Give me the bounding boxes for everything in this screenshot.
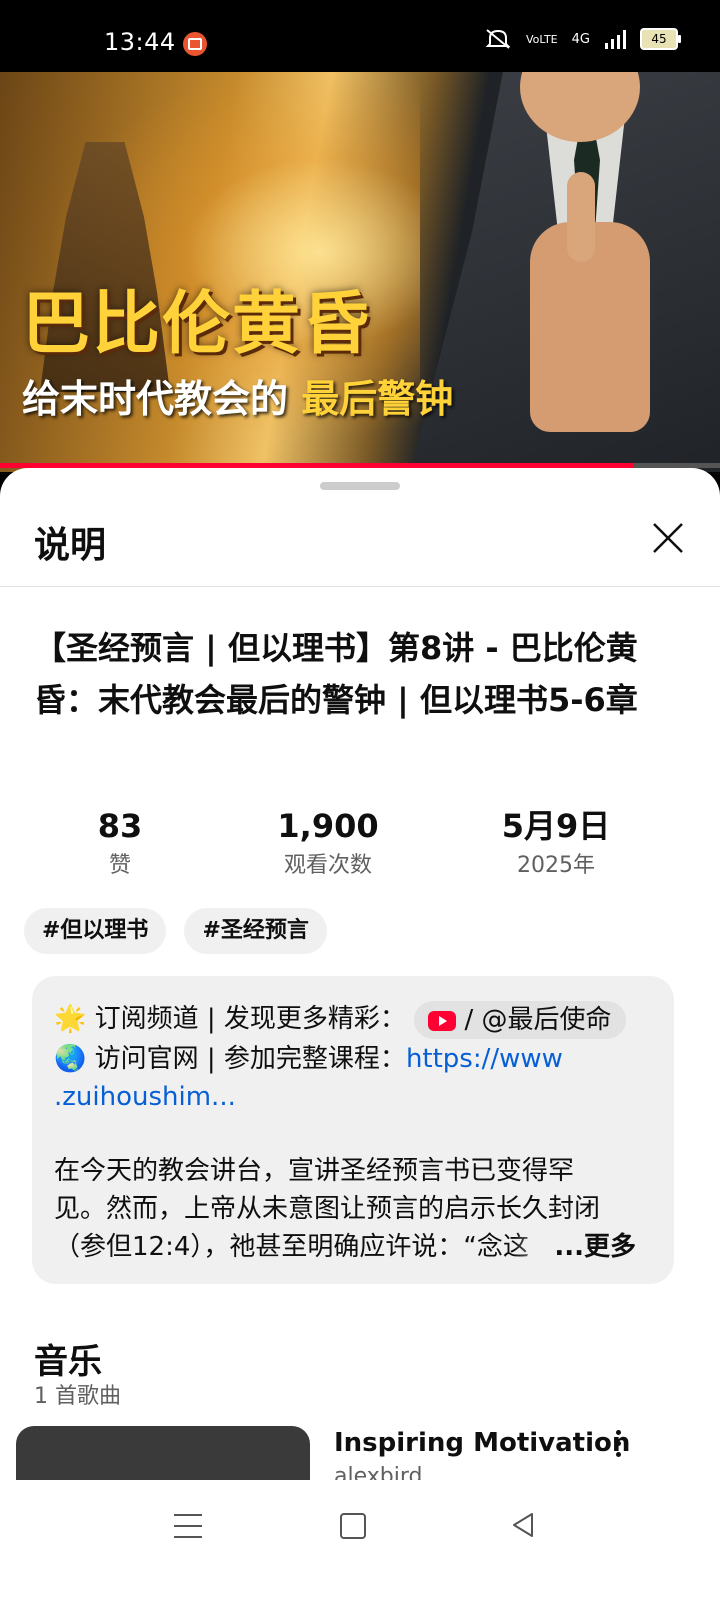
date-year: 2025年: [517, 853, 595, 878]
likes-value: 83: [97, 807, 143, 845]
overlay-sub-white: 给末时代教会的: [22, 377, 289, 421]
battery-level: 45: [651, 32, 667, 46]
youtube-icon: [428, 1010, 457, 1031]
website-link-cont[interactable]: .zuihoushim...: [54, 1078, 236, 1116]
status-bar: 13:44 VoLTE 4G 45: [0, 0, 720, 72]
battery-icon: 45: [640, 28, 681, 50]
description-sheet: 说明 【圣经预言 | 但以理书】第8讲 - 巴比伦黄昏：末代教会最后的警钟 | …: [0, 468, 720, 1480]
music-song-count: 1 首歌曲: [34, 1384, 121, 1409]
back-icon[interactable]: [508, 1510, 538, 1540]
more-options-icon[interactable]: [614, 1430, 624, 1460]
drag-handle[interactable]: [320, 482, 400, 490]
song-thumbnail[interactable]: [16, 1426, 310, 1480]
video-overlay-subtitle: 给末时代教会的 最后警钟: [22, 368, 453, 423]
hashtag-list: #但以理书 #圣经预言: [24, 908, 327, 954]
song-artist: alexbird: [334, 1464, 423, 1480]
desc-website-line: 🌏 访问官网 | 参加完整课程：https://www: [54, 1040, 563, 1078]
views-stat: 1,900 观看次数: [228, 804, 428, 884]
video-overlay-title: 巴比伦黄昏: [22, 285, 373, 364]
mute-icon: [485, 29, 511, 49]
date-stat: 5月9日 2025年: [456, 804, 656, 884]
system-nav-bar: [0, 1480, 720, 1600]
volte-label: VoLTE: [525, 32, 558, 46]
star-emoji-icon: 🌟: [54, 1004, 87, 1034]
hashtag-chip[interactable]: #圣经预言: [184, 908, 327, 954]
desc-body-line: （参但12:4），祂甚至明确应许说：“念这: [54, 1232, 529, 1262]
website-text: 访问官网 | 参加完整课程：: [86, 1044, 406, 1074]
channel-handle: / @最后使命: [456, 1004, 612, 1035]
website-link[interactable]: https://www: [406, 1044, 563, 1074]
sheet-header: 说明: [0, 506, 720, 587]
home-icon[interactable]: [340, 1513, 366, 1539]
screen-record-icon: [183, 32, 207, 56]
description-box[interactable]: 🌟 订阅频道 | 发现更多精彩： / @最后使命 🌏 访问官网 | 参加完整课程…: [32, 976, 674, 1284]
video-stats: 83 赞 1,900 观看次数 5月9日 2025年: [0, 804, 720, 894]
video-player[interactable]: 巴比伦黄昏 给末时代教会的 最后警钟: [0, 72, 720, 472]
views-value: 1,900: [277, 807, 379, 845]
finger-graphic: [567, 172, 595, 262]
globe-emoji-icon: 🌏: [54, 1044, 87, 1074]
sheet-title: 说明: [34, 525, 107, 566]
date-value: 5月9日: [501, 807, 611, 845]
more-button[interactable]: ...更多: [514, 1228, 636, 1266]
overlay-sub-highlight: 最后警钟: [301, 377, 454, 421]
music-section-title: 音乐: [34, 1342, 102, 1382]
channel-chip[interactable]: / @最后使命: [414, 1000, 626, 1039]
status-icons: VoLTE 4G 45: [484, 28, 681, 50]
close-icon[interactable]: [650, 520, 686, 556]
likes-label: 赞: [108, 853, 131, 878]
status-time: 13:44: [104, 28, 176, 56]
views-label: 观看次数: [283, 853, 372, 878]
hashtag-chip[interactable]: #但以理书: [24, 908, 167, 954]
video-title: 【圣经预言 | 但以理书】第8讲 - 巴比伦黄昏：末代教会最后的警钟 | 但以理…: [34, 629, 638, 719]
signal-label: 4G: [571, 31, 590, 47]
signal-icon: [605, 30, 626, 49]
recent-apps-icon[interactable]: [174, 1514, 202, 1547]
likes-stat: 83 赞: [20, 804, 220, 884]
song-title[interactable]: Inspiring Motivation: [334, 1428, 630, 1458]
desc-subscribe-line: 🌟 订阅频道 | 发现更多精彩： / @最后使命: [54, 1000, 626, 1039]
desc-body-line: 在今天的教会讲台，宣讲圣经预言书已变得罕: [54, 1156, 575, 1186]
subscribe-text: 订阅频道 | 发现更多精彩：: [86, 1004, 406, 1034]
desc-body-line: 见。然而，上帝从未意图让预言的启示长久封闭: [54, 1194, 601, 1224]
